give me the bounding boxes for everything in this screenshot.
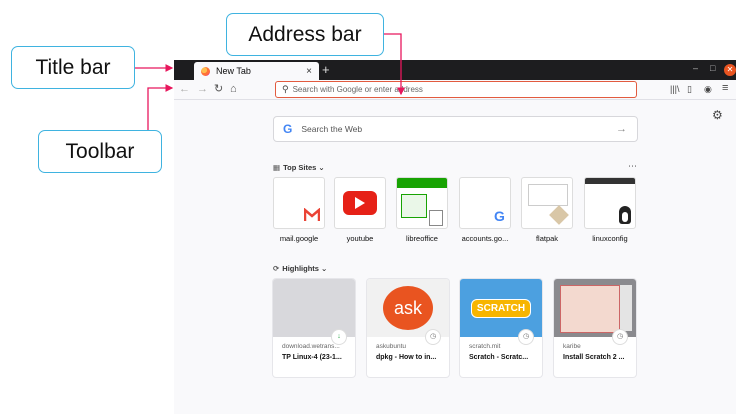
address-bar-callout: Address bar: [226, 13, 384, 56]
title-bar-callout: Title bar: [11, 46, 135, 89]
toolbar-callout: Toolbar: [38, 130, 162, 173]
